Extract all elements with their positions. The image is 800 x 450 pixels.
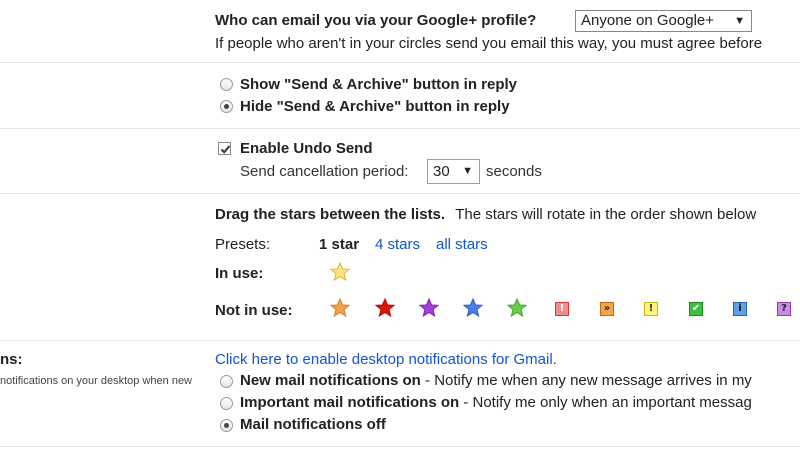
notifications-section-description: notifications on your desktop when new	[0, 375, 193, 387]
cancellation-period-label: Send cancellation period:	[240, 163, 409, 180]
mail-notifications-off-label[interactable]: Mail notifications off	[240, 416, 386, 433]
in-use-label: In use:	[215, 265, 264, 282]
preset-1-star[interactable]: 1 star	[319, 236, 359, 253]
stars-instructions: Drag the stars between the lists. The st…	[215, 206, 756, 223]
not-in-use-label: Not in use:	[215, 302, 293, 319]
section-divider	[0, 193, 800, 194]
gplus-email-label: Who can email you via your Google+ profi…	[215, 12, 537, 29]
important-mail-notifications-radio[interactable]	[220, 397, 233, 410]
red-star-icon[interactable]	[375, 298, 395, 318]
new-mail-notifications-desc: - Notify me when any new message arrives…	[420, 372, 752, 389]
preset-4-stars-link[interactable]: 4 stars	[375, 236, 420, 253]
presets-label: Presets:	[215, 236, 271, 253]
purple-star-icon[interactable]	[419, 298, 439, 318]
important-mail-notifications-title: Important mail notifications on	[240, 394, 460, 411]
purple-question-icon[interactable]: ?	[777, 302, 791, 316]
gplus-email-description: If people who aren't in your circles sen…	[215, 35, 763, 52]
yellow-bang-icon[interactable]: !	[644, 302, 658, 316]
stars-instructions-bold: Drag the stars between the lists.	[215, 206, 446, 223]
blue-info-icon[interactable]: i	[733, 302, 747, 316]
chevron-down-icon: ▼	[462, 165, 473, 177]
cancellation-period-unit: seconds	[486, 163, 542, 180]
enable-desktop-notifications-link[interactable]: Click here to enable desktop notificatio…	[215, 351, 557, 368]
important-mail-notifications-desc: - Notify me only when an important messa…	[459, 394, 752, 411]
gplus-email-select-value: Anyone on Google+	[581, 12, 715, 29]
enable-undo-send-checkbox[interactable]	[218, 142, 231, 155]
mail-notifications-off-radio[interactable]	[220, 419, 233, 432]
blue-star-icon[interactable]	[463, 298, 483, 318]
show-send-archive-radio[interactable]	[220, 78, 233, 91]
section-divider	[0, 340, 800, 341]
show-send-archive-label[interactable]: Show "Send & Archive" button in reply	[240, 76, 517, 93]
orange-guillemet-icon[interactable]: »	[600, 302, 614, 316]
new-mail-notifications-label[interactable]: New mail notifications on - Notify me wh…	[240, 372, 752, 389]
important-mail-notifications-label[interactable]: Important mail notifications on - Notify…	[240, 394, 752, 411]
green-check-icon[interactable]: ✔	[689, 302, 703, 316]
cancellation-period-select[interactable]: 30 ▼	[427, 159, 480, 184]
hide-send-archive-radio[interactable]	[220, 100, 233, 113]
cancellation-period-value: 30	[433, 163, 450, 180]
new-mail-notifications-title: New mail notifications on	[240, 372, 421, 389]
preset-all-stars-link[interactable]: all stars	[436, 236, 488, 253]
red-bang-icon[interactable]: !	[555, 302, 569, 316]
enable-undo-send-label[interactable]: Enable Undo Send	[240, 140, 373, 157]
yellow-star-icon[interactable]	[330, 262, 350, 282]
hide-send-archive-label[interactable]: Hide "Send & Archive" button in reply	[240, 98, 510, 115]
stars-instructions-rest: The stars will rotate in the order shown…	[455, 206, 757, 223]
notifications-section-label: ns:	[0, 351, 23, 368]
section-divider	[0, 62, 800, 63]
new-mail-notifications-radio[interactable]	[220, 375, 233, 388]
orange-star-icon[interactable]	[330, 298, 350, 318]
gplus-email-select[interactable]: Anyone on Google+ ▼	[575, 10, 752, 32]
section-divider	[0, 128, 800, 129]
green-star-icon[interactable]	[507, 298, 527, 318]
section-divider	[0, 446, 800, 447]
chevron-down-icon: ▼	[734, 15, 745, 27]
